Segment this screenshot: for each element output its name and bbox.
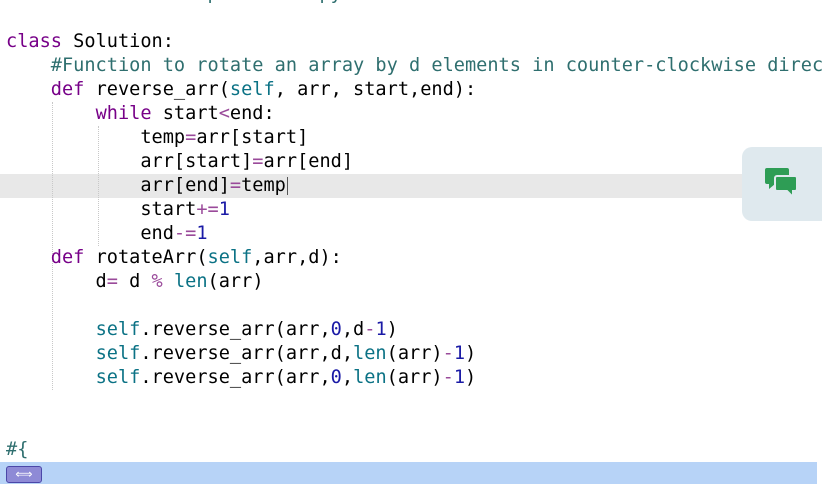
fold-bar xyxy=(0,462,817,484)
code-token: .reverse_arr(arr, xyxy=(140,367,331,388)
code-token: 0 xyxy=(330,367,342,388)
code-token: arr[end] xyxy=(263,151,354,172)
code-token: arr[start] xyxy=(196,127,309,148)
code-token: start xyxy=(151,103,219,124)
code-token: (arr) xyxy=(386,343,443,364)
chat-bubbles-icon xyxy=(765,166,799,202)
code-token: self xyxy=(229,79,275,100)
code-token: .reverse_arr(arr, xyxy=(140,319,331,340)
code-token: = xyxy=(106,271,118,292)
code-token: - xyxy=(364,319,376,340)
code-token: % xyxy=(151,271,163,292)
code-line[interactable]: start+=1 xyxy=(6,198,230,222)
code-line[interactable]: end-=1 xyxy=(6,222,208,246)
code-token: temp xyxy=(241,175,286,196)
code-token: 1 xyxy=(453,367,466,388)
code-line[interactable]: self.reverse_arr(arr,d,len(arr)-1) xyxy=(6,342,477,366)
double-arrow-icon: ⟺ xyxy=(15,467,33,481)
code-token: arr[end] xyxy=(6,175,230,196)
code-token: def xyxy=(50,79,85,100)
code-line[interactable]: def rotateArr(self,arr,d): xyxy=(6,246,342,270)
code-token: #Function to rotate an array by d elemen… xyxy=(50,55,822,76)
code-line[interactable]: #User function Template for python3 xyxy=(6,0,398,6)
code-line[interactable]: arr[end]=temp xyxy=(6,174,288,198)
code-line[interactable]: self.reverse_arr(arr,0,d-1) xyxy=(6,318,398,342)
code-token: -= xyxy=(173,223,197,244)
code-token: 1 xyxy=(453,343,466,364)
code-token: rotateArr( xyxy=(84,247,208,268)
code-token: self xyxy=(95,343,141,364)
code-line[interactable]: class Solution: xyxy=(6,30,174,54)
code-token: , xyxy=(341,367,354,388)
code-token: #User function Template for python3 xyxy=(6,0,398,4)
code-line[interactable]: def reverse_arr(self, arr, start,end): xyxy=(6,78,476,102)
code-token: (arr) xyxy=(386,367,443,388)
code-token: .reverse_arr(arr,d, xyxy=(140,343,354,364)
code-token: 1 xyxy=(196,223,208,244)
code-token: self xyxy=(207,247,253,268)
code-token: ,d xyxy=(341,319,365,340)
code-token: , arr, start,end): xyxy=(274,79,477,100)
code-token: d xyxy=(6,271,107,292)
code-token: self xyxy=(95,319,141,340)
code-token: = xyxy=(252,151,264,172)
chat-button[interactable] xyxy=(742,147,822,221)
code-line[interactable]: d= d % len(arr) xyxy=(6,270,264,294)
code-token: d xyxy=(117,271,152,292)
code-editor[interactable]: #User function Template for python3 class… xyxy=(0,0,822,484)
code-token: arr[start] xyxy=(6,151,253,172)
code-token: end xyxy=(6,223,174,244)
code-token: ) xyxy=(386,319,398,340)
text-cursor xyxy=(286,176,288,195)
code-token: while xyxy=(95,103,152,124)
code-token: def xyxy=(50,247,85,268)
code-token: len xyxy=(353,367,387,388)
code-token: reverse_arr( xyxy=(84,79,230,100)
code-token: += xyxy=(196,199,219,220)
code-line[interactable]: #Function to rotate an array by d elemen… xyxy=(6,54,822,78)
code-token: - xyxy=(442,367,454,388)
code-token: end: xyxy=(229,103,275,124)
code-token: = xyxy=(185,127,197,148)
code-token: Solution: xyxy=(61,31,174,52)
code-token: temp xyxy=(6,127,186,148)
code-token: = xyxy=(229,175,242,196)
code-line[interactable]: arr[start]=arr[end] xyxy=(6,150,353,174)
code-token: len xyxy=(353,343,387,364)
code-token: (arr) xyxy=(207,271,264,292)
code-token: len xyxy=(173,271,208,292)
code-token: 1 xyxy=(375,319,387,340)
code-token: < xyxy=(218,103,230,124)
code-token: start xyxy=(6,199,197,220)
code-token: 0 xyxy=(330,319,342,340)
code-line[interactable]: while start<end: xyxy=(6,102,275,126)
code-line[interactable]: #{ xyxy=(6,438,28,462)
code-token: ,arr,d): xyxy=(252,247,342,268)
code-line[interactable]: self.reverse_arr(arr,0,len(arr)-1) xyxy=(6,366,477,390)
code-line[interactable]: temp=arr[start] xyxy=(6,126,308,150)
code-token: ) xyxy=(465,367,477,388)
code-token: #{ xyxy=(6,439,29,460)
code-token: 1 xyxy=(218,199,230,220)
code-token: - xyxy=(442,343,454,364)
code-token: class xyxy=(6,31,62,52)
code-token: self xyxy=(95,367,141,388)
fold-widget[interactable]: ⟺ xyxy=(6,466,42,483)
code-token: ) xyxy=(465,343,477,364)
